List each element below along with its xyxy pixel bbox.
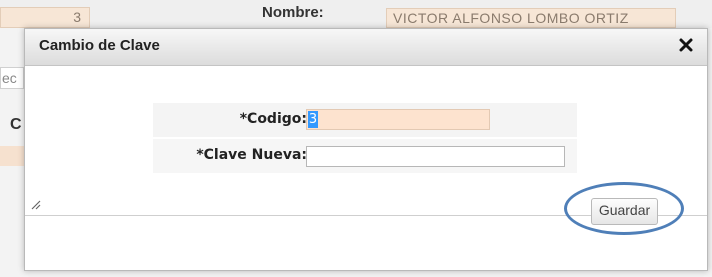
codigo-row: *Codigo: 3 xyxy=(153,103,577,137)
codigo-label: *Codigo: xyxy=(239,111,307,127)
background-fragment-ec: ec xyxy=(0,67,24,89)
background-peach-row xyxy=(0,146,24,166)
resize-handle-icon[interactable] xyxy=(31,195,41,210)
background-name-value: VICTOR ALFONSO LOMBO ORTIZ xyxy=(393,10,629,26)
dialog-titlebar[interactable]: Cambio de Clave xyxy=(25,29,707,66)
clave-nueva-label: *Clave Nueva: xyxy=(196,147,307,163)
background-name-field: VICTOR ALFONSO LOMBO ORTIZ xyxy=(386,8,676,28)
change-password-dialog: Cambio de Clave *Codigo: 3 *Clave Nueva: xyxy=(24,28,708,271)
background-left-field: 3 xyxy=(0,7,90,28)
password-form: *Codigo: 3 *Clave Nueva: xyxy=(153,103,577,173)
clave-row: *Clave Nueva: xyxy=(153,139,577,173)
dialog-title: Cambio de Clave xyxy=(39,37,160,54)
close-icon[interactable] xyxy=(675,34,697,56)
codigo-input[interactable] xyxy=(306,109,490,130)
clave-nueva-input[interactable] xyxy=(306,146,565,167)
codigo-selected-text: 3 xyxy=(308,111,318,128)
background-left-field-value: 3 xyxy=(73,9,81,25)
guardar-button[interactable]: Guardar xyxy=(591,198,658,225)
background-fragment-c: C xyxy=(10,116,22,133)
background-name-label: Nombre: xyxy=(262,4,324,21)
